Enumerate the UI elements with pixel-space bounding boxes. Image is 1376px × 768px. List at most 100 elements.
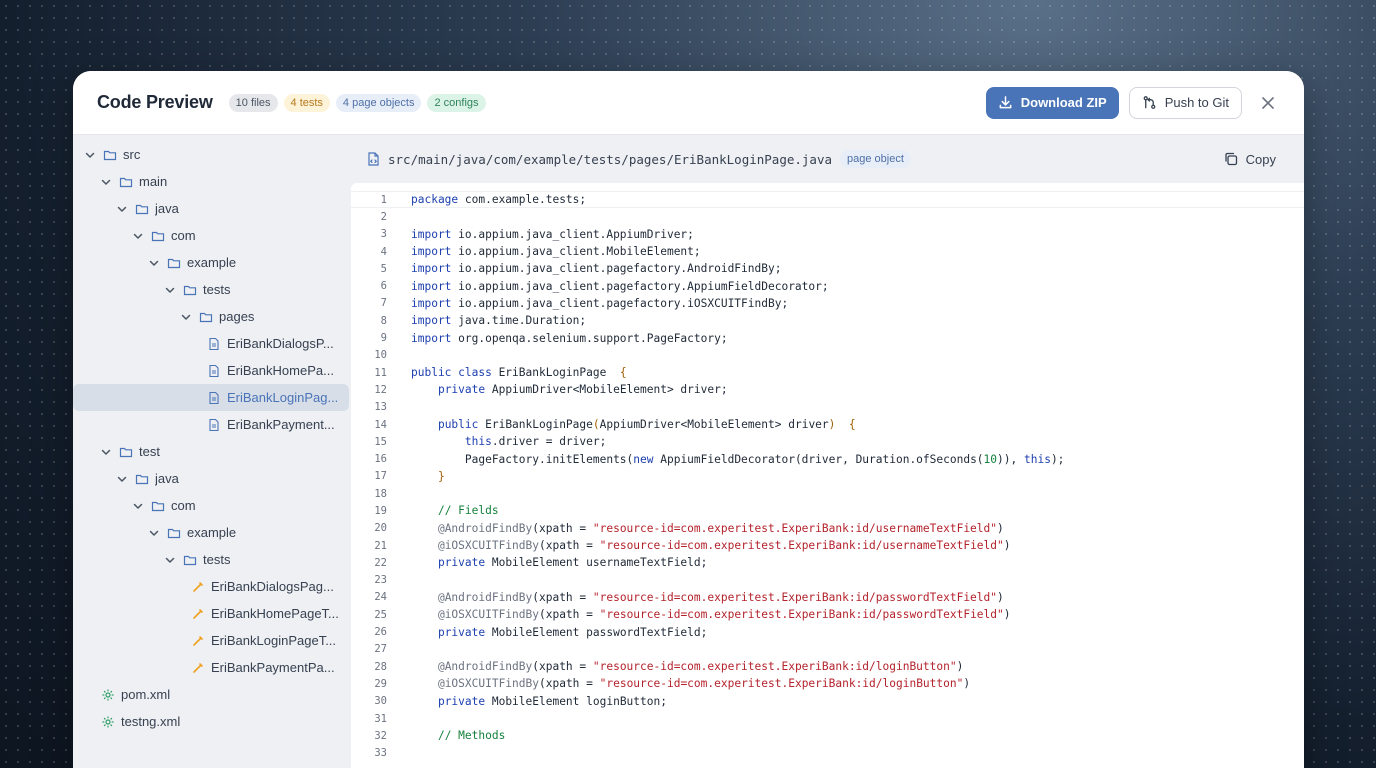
tree-folder[interactable]: src (73, 141, 349, 168)
chevron-down-icon[interactable] (131, 499, 145, 513)
chevron-down-icon[interactable] (99, 175, 113, 189)
git-branch-icon (1143, 96, 1156, 109)
tree-folder[interactable]: tests (73, 546, 349, 573)
line-number: 24 (374, 591, 387, 604)
code-text: @iOSXCUITFindBy(xpath = "resource-id=com… (437, 608, 1011, 622)
code-line: 22 private MobileElement usernameTextFie… (351, 554, 1304, 571)
tree-folder[interactable]: tests (73, 276, 349, 303)
tree-folder[interactable]: main (73, 168, 349, 195)
code-line: 29 @iOSXCUITFindBy(xpath = "resource-id=… (351, 675, 1304, 692)
tree-file[interactable]: EriBankLoginPag... (73, 384, 349, 411)
tree-item-label: main (139, 174, 168, 189)
line-number: 32 (374, 729, 387, 742)
code-text: import io.appium.java_client.pagefactory… (411, 296, 789, 310)
tree-folder[interactable]: java (73, 465, 349, 492)
code-line: 20 @AndroidFindBy(xpath = "resource-id=c… (351, 520, 1304, 537)
code-text: import io.appium.java_client.AppiumDrive… (411, 227, 694, 241)
line-number: 7 (380, 297, 387, 310)
tree-item-label: pages (219, 309, 255, 324)
folder-icon (135, 472, 149, 486)
chevron-down-icon[interactable] (115, 202, 129, 216)
chevron-down-icon[interactable] (163, 553, 177, 567)
tree-item-label: EriBankLoginPag... (227, 390, 339, 405)
code-line: 2 (351, 208, 1304, 225)
tree-folder[interactable]: example (73, 519, 349, 546)
line-number: 25 (374, 608, 387, 621)
code-line: 28 @AndroidFindBy(xpath = "resource-id=c… (351, 658, 1304, 675)
tree-folder[interactable]: com (73, 492, 349, 519)
code-line: 27 (351, 641, 1304, 658)
copy-icon (1224, 152, 1237, 166)
tree-folder[interactable]: example (73, 249, 349, 276)
code-text: import io.appium.java_client.pagefactory… (411, 262, 782, 276)
tests-count-badge: 4 tests (283, 93, 330, 112)
chevron-down-icon[interactable] (99, 445, 113, 459)
java-file-icon (368, 152, 379, 166)
tree-item-label: java (155, 201, 179, 216)
line-number: 6 (380, 280, 387, 293)
line-number: 20 (374, 522, 387, 535)
code-text: // Methods (437, 729, 506, 743)
tree-item-label: example (187, 525, 237, 540)
code-panel: src/main/java/com/example/tests/pages/Er… (351, 135, 1304, 768)
code-text: package com.example.tests; (411, 193, 587, 207)
tree-folder[interactable]: pages (73, 303, 349, 330)
copy-button[interactable]: Copy (1224, 152, 1276, 167)
pencil-icon (191, 607, 205, 621)
tree-item-label: tests (203, 282, 231, 297)
tree-folder[interactable]: java (73, 195, 349, 222)
file-icon (207, 391, 221, 405)
pencil-icon (191, 580, 205, 594)
tree-file[interactable]: EriBankDialogsP... (73, 330, 349, 357)
file-icon (207, 418, 221, 432)
code-text: private MobileElement passwordTextField; (437, 625, 708, 639)
file-icon (207, 337, 221, 351)
push-to-git-button[interactable]: Push to Git (1128, 86, 1242, 119)
line-number: 1 (380, 193, 387, 206)
tree-file[interactable]: EriBankLoginPageT... (73, 627, 349, 654)
modal-body: src main java com example tests pages EriBankDi… (73, 135, 1304, 768)
line-number: 18 (374, 487, 387, 500)
code-line: 11 public class EriBankLoginPage { (351, 364, 1304, 381)
code-line: 16 PageFactory.initElements(new AppiumFi… (351, 450, 1304, 467)
code-editor[interactable]: 1 package com.example.tests; 2 3 import io.a… (351, 183, 1304, 768)
code-line: 7 import io.appium.java_client.pagefactor… (351, 295, 1304, 312)
folder-icon (199, 310, 213, 324)
chevron-down-icon[interactable] (147, 256, 161, 270)
tree-file[interactable]: pom.xml (73, 681, 349, 708)
tree-file[interactable]: EriBankDialogsPag... (73, 573, 349, 600)
chevron-down-icon[interactable] (179, 310, 193, 324)
tree-item-label: EriBankPayment... (227, 417, 335, 432)
download-zip-button[interactable]: Download ZIP (985, 86, 1119, 119)
code-text: @iOSXCUITFindBy(xpath = "resource-id=com… (437, 539, 1011, 553)
line-number: 9 (380, 332, 387, 345)
line-number: 19 (374, 504, 387, 517)
tree-folder[interactable]: com (73, 222, 349, 249)
chevron-down-icon[interactable] (83, 148, 97, 162)
modal-header: Code Preview 10 files 4 tests 4 page obj… (73, 71, 1304, 135)
line-number: 16 (374, 453, 387, 466)
tree-folder[interactable]: test (73, 438, 349, 465)
line-number: 30 (374, 695, 387, 708)
line-number: 11 (374, 366, 387, 379)
tree-file[interactable]: EriBankHomePageT... (73, 600, 349, 627)
gear-icon (101, 715, 115, 729)
tree-file[interactable]: EriBankPaymentPa... (73, 654, 349, 681)
tree-file[interactable]: EriBankHomePa... (73, 357, 349, 384)
code-line: 19 // Fields (351, 502, 1304, 519)
chevron-down-icon[interactable] (147, 526, 161, 540)
line-number: 5 (380, 262, 387, 275)
chevron-down-icon[interactable] (131, 229, 145, 243)
chevron-down-icon[interactable] (115, 472, 129, 486)
tree-item-label: test (139, 444, 160, 459)
tree-file[interactable]: testng.xml (73, 708, 349, 735)
code-line: 3 import io.appium.java_client.AppiumDriv… (351, 226, 1304, 243)
tree-item-label: java (155, 471, 179, 486)
code-line: 31 (351, 710, 1304, 727)
copy-label: Copy (1245, 151, 1276, 167)
chevron-down-icon[interactable] (163, 283, 177, 297)
code-line: 32 // Methods (351, 727, 1304, 744)
code-text: this.driver = driver; (464, 435, 607, 449)
close-button[interactable] (1256, 91, 1280, 115)
tree-file[interactable]: EriBankPayment... (73, 411, 349, 438)
